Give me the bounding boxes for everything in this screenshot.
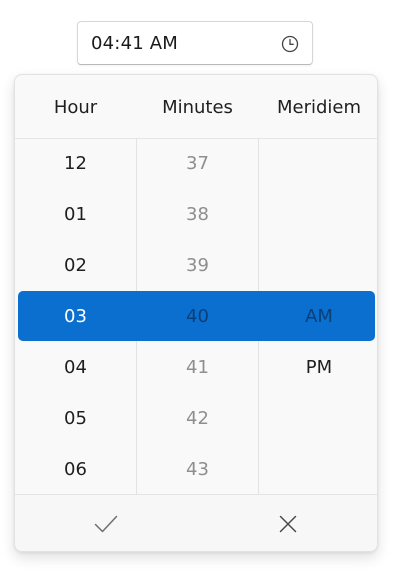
minute-item[interactable]: 43 (137, 444, 258, 495)
time-value: 04:41 AM (91, 33, 179, 54)
column-headers: Hour Minutes Meridiem (15, 75, 377, 139)
hour-header: Hour (53, 97, 98, 118)
flyout-footer (15, 494, 377, 551)
meridiem-header: Meridiem (276, 97, 362, 118)
minute-item[interactable]: 41 (137, 342, 258, 393)
time-picker-input[interactable]: 04:41 AM (77, 21, 313, 65)
minute-item[interactable]: 38 (137, 189, 258, 240)
minutes-header: Minutes (162, 97, 233, 118)
close-icon (279, 515, 297, 533)
minute-item-selected[interactable]: 40 (137, 291, 258, 342)
hour-item[interactable]: 05 (15, 393, 136, 444)
hour-item[interactable]: 12 (15, 138, 136, 189)
time-picker-root: 04:41 AM Hour Minutes Meridiem 12 01 02 … (0, 0, 400, 573)
checkmark-icon (94, 515, 118, 533)
time-picker-flyout: Hour Minutes Meridiem 12 01 02 03 04 05 … (14, 74, 378, 552)
hour-item[interactable]: 04 (15, 342, 136, 393)
minute-item[interactable]: 39 (137, 240, 258, 291)
hour-item[interactable]: 06 (15, 444, 136, 495)
minute-item[interactable]: 37 (137, 138, 258, 189)
dismiss-button[interactable] (197, 495, 377, 551)
hour-item-selected[interactable]: 03 (15, 291, 136, 342)
hour-item[interactable]: 02 (15, 240, 136, 291)
accept-button[interactable] (15, 495, 197, 551)
minute-item[interactable]: 42 (137, 393, 258, 444)
meridiem-item-selected[interactable]: AM (259, 291, 377, 342)
hour-item[interactable]: 01 (15, 189, 136, 240)
clock-icon[interactable] (280, 34, 300, 54)
meridiem-item[interactable]: PM (259, 342, 377, 393)
